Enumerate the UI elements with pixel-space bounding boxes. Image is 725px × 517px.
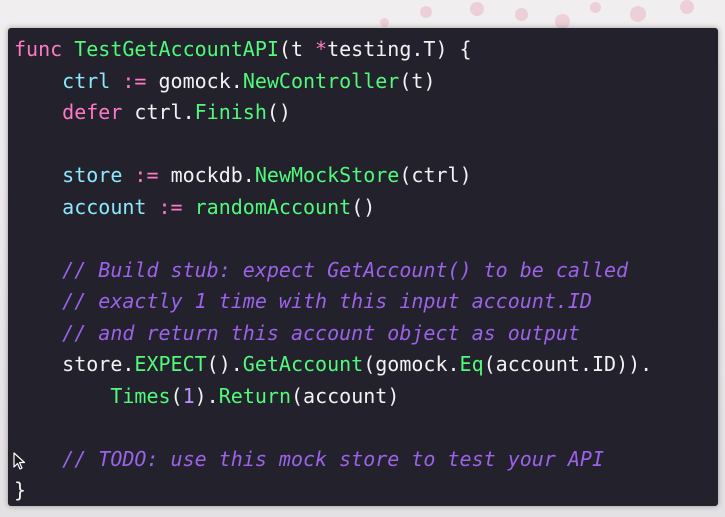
code-token: (t) [399, 68, 436, 93]
background-dot [590, 2, 601, 13]
code-line[interactable]: defer ctrl.Finish() [14, 97, 652, 129]
code-token: store [62, 163, 123, 187]
code-token: (ctrl) [399, 163, 472, 187]
code-line[interactable]: ​ [14, 412, 652, 444]
code-comment: // TODO: use this mock store to test you… [62, 446, 605, 471]
code-token: := [122, 163, 171, 187]
code-token: () [266, 100, 291, 124]
code-token: account [62, 194, 147, 219]
code-token: store. [62, 352, 135, 376]
code-block[interactable]: func TestGetAccountAPI(t *testing.T) { c… [14, 34, 652, 506]
code-line[interactable]: store := mockdb.NewMockStore(ctrl) [14, 160, 652, 192]
code-editor[interactable]: func TestGetAccountAPI(t *testing.T) { c… [8, 28, 718, 506]
code-token: ctrl [62, 68, 111, 93]
code-token: Eq [459, 352, 484, 376]
code-token: NewController [242, 68, 400, 93]
code-token: GetAccount [242, 352, 364, 376]
code-line[interactable]: // exactly 1 time with this input accoun… [14, 286, 652, 318]
code-token: (account) [290, 383, 400, 408]
code-line[interactable]: func TestGetAccountAPI(t *testing.T) { [14, 34, 652, 66]
code-token: ctrl. [134, 100, 195, 124]
code-token: ( [170, 383, 183, 408]
code-line[interactable]: // Build stub: expect GetAccount() to be… [14, 255, 652, 287]
code-line[interactable]: // TODO: use this mock store to test you… [14, 444, 652, 476]
code-token: } [14, 478, 27, 502]
code-token: defer [62, 100, 135, 124]
code-token: 1 [182, 383, 195, 408]
background-dot [680, 0, 694, 14]
code-token: gomock. [158, 68, 243, 93]
code-token: Times [110, 383, 171, 408]
background-dot [555, 14, 570, 29]
code-token: testing.T) { [327, 37, 472, 61]
code-token: mockdb. [170, 163, 255, 187]
code-token: NewMockStore [254, 163, 400, 187]
background-dot [515, 8, 528, 21]
code-token: func [14, 37, 75, 61]
code-line[interactable]: // and return this account object as out… [14, 318, 652, 350]
code-comment: // exactly 1 time with this input accoun… [62, 289, 592, 313]
code-token: () [351, 194, 376, 219]
code-token: Return [218, 383, 291, 408]
code-token: TestGetAccountAPI [74, 37, 279, 61]
background-dot [470, 2, 484, 16]
code-line[interactable]: } [14, 475, 652, 506]
code-token: := [146, 194, 195, 219]
background-dot [630, 6, 646, 22]
code-token: := [110, 68, 159, 93]
background-dot [380, 18, 389, 27]
code-token: Finish [194, 100, 267, 124]
code-token: * [315, 37, 328, 61]
code-token: ). [194, 383, 219, 408]
code-token: (account.ID)). [483, 352, 653, 376]
code-line[interactable]: Times(1).Return(account) [14, 381, 652, 413]
code-line[interactable]: store.EXPECT().GetAccount(gomock.Eq(acco… [14, 349, 652, 381]
code-line[interactable]: ​ [14, 129, 652, 161]
code-line[interactable]: ctrl := gomock.NewController(t) [14, 66, 652, 98]
code-token: (gomock. [363, 352, 460, 376]
code-token: EXPECT [134, 352, 207, 376]
code-token: (). [206, 352, 243, 376]
code-line[interactable]: account := randomAccount() [14, 192, 652, 224]
background-dot [420, 6, 432, 18]
code-comment: // and return this account object as out… [62, 320, 580, 345]
code-line[interactable]: ​ [14, 223, 652, 255]
mouse-pointer-icon [13, 452, 26, 470]
code-comment: // Build stub: expect GetAccount() to be… [62, 257, 629, 282]
code-token: randomAccount [194, 194, 352, 219]
code-token: (t [278, 37, 316, 61]
